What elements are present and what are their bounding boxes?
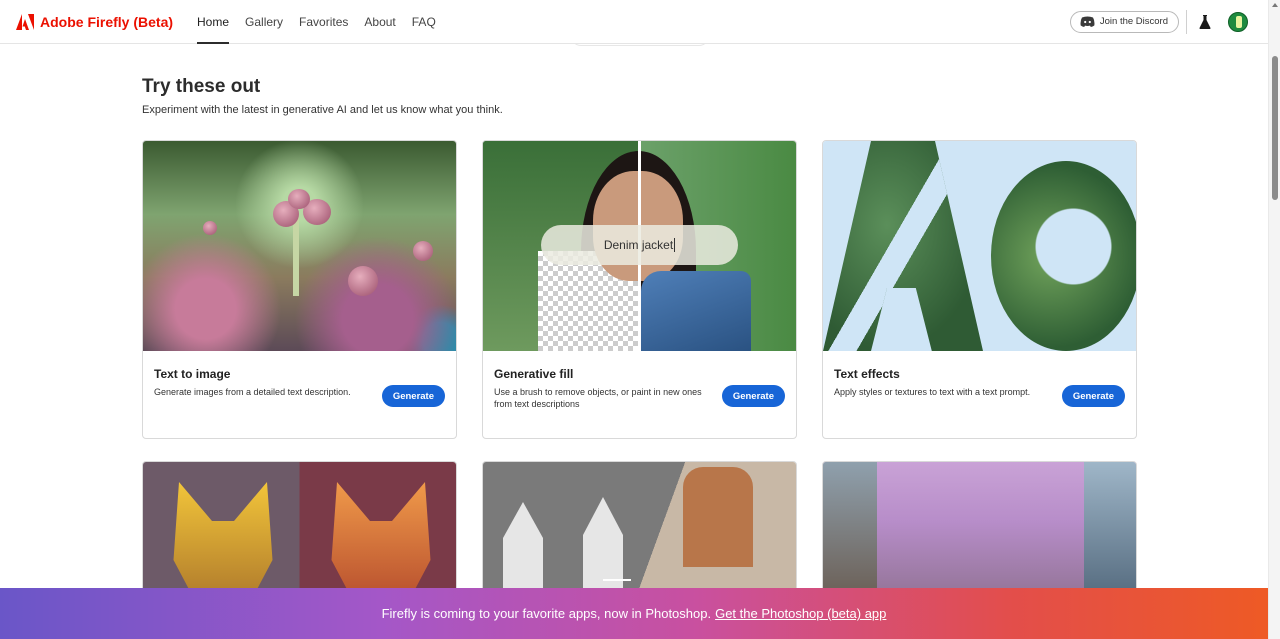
section-title: Try these out xyxy=(142,76,261,97)
gray-tower xyxy=(503,502,543,592)
nav-gallery[interactable]: Gallery xyxy=(237,0,291,44)
leafy-letter-g xyxy=(991,161,1136,351)
photoshop-beta-link[interactable]: Get the Photoshop (beta) app xyxy=(715,606,886,621)
brand-name: Adobe Firefly (Beta) xyxy=(40,13,174,30)
leafy-letter-a xyxy=(823,141,983,351)
card-generative-fill[interactable]: Denim jacket Generative fill Use a brush… xyxy=(482,140,797,439)
text-to-image-thumbnail xyxy=(143,141,456,351)
generate-button[interactable]: Generate xyxy=(721,385,785,407)
nav-faq[interactable]: FAQ xyxy=(404,0,444,44)
photoshop-promo-banner: Firefly is coming to your favorite apps,… xyxy=(0,588,1268,639)
discord-icon xyxy=(1080,16,1095,27)
nav-home[interactable]: Home xyxy=(189,0,237,44)
card-description: Apply styles or textures to text with a … xyxy=(834,387,1031,397)
prompt-pill: Denim jacket xyxy=(541,225,738,265)
beta-lab-flask-icon[interactable] xyxy=(1199,14,1211,29)
card-title: Text to image xyxy=(154,367,231,381)
plant-bulb xyxy=(413,241,433,261)
nav-about[interactable]: About xyxy=(356,0,403,44)
card-text-to-image[interactable]: Text to image Generate images from a det… xyxy=(142,140,457,439)
plant-bulb xyxy=(288,189,310,209)
plant-bulb xyxy=(348,266,378,296)
main-nav: Home Gallery Favorites About FAQ xyxy=(189,0,444,44)
card-body: Text to image Generate images from a det… xyxy=(143,351,456,438)
nav-actions: Join the Discord xyxy=(1069,9,1248,34)
gray-tower xyxy=(583,497,623,592)
scroll-up-arrow-icon[interactable] xyxy=(1272,3,1278,7)
text-effects-thumbnail xyxy=(823,141,1136,351)
generate-button[interactable]: Generate xyxy=(381,385,445,407)
card-title: Text effects xyxy=(834,367,900,381)
prompt-text: Denim jacket xyxy=(603,238,674,252)
arrow-icon xyxy=(603,579,631,581)
plant-stem xyxy=(293,216,299,296)
card-text-effects[interactable]: Text effects Apply styles or textures to… xyxy=(822,140,1137,439)
adobe-logo-icon xyxy=(16,13,34,30)
top-nav-bar: Adobe Firefly (Beta) Home Gallery Favori… xyxy=(0,0,1268,44)
page-scrollbar[interactable] xyxy=(1268,0,1280,639)
user-avatar[interactable] xyxy=(1228,11,1248,32)
generate-button[interactable]: Generate xyxy=(1061,385,1125,407)
card-body: Generative fill Use a brush to remove ob… xyxy=(483,351,796,438)
scrollbar-thumb[interactable] xyxy=(1272,56,1278,200)
generative-fill-thumbnail: Denim jacket xyxy=(483,141,796,351)
nav-divider xyxy=(1186,9,1187,34)
text-caret xyxy=(674,238,676,252)
brand[interactable]: Adobe Firefly (Beta) xyxy=(16,13,174,30)
banner-text: Firefly is coming to your favorite apps,… xyxy=(381,606,712,621)
join-discord-label: Join the Discord xyxy=(1099,16,1168,27)
card-description: Use a brush to remove objects, or paint … xyxy=(494,387,702,409)
nav-favorites[interactable]: Favorites xyxy=(291,0,356,44)
section-subtitle: Experiment with the latest in generative… xyxy=(142,104,503,116)
plant-bulb xyxy=(203,221,217,235)
card-body: Text effects Apply styles or textures to… xyxy=(823,351,1136,438)
join-discord-button[interactable]: Join the Discord xyxy=(1069,10,1179,33)
card-description: Generate images from a detailed text des… xyxy=(154,387,351,397)
denim-jacket xyxy=(641,271,751,351)
gingerbread-castle xyxy=(683,467,753,567)
card-title: Generative fill xyxy=(494,367,574,381)
